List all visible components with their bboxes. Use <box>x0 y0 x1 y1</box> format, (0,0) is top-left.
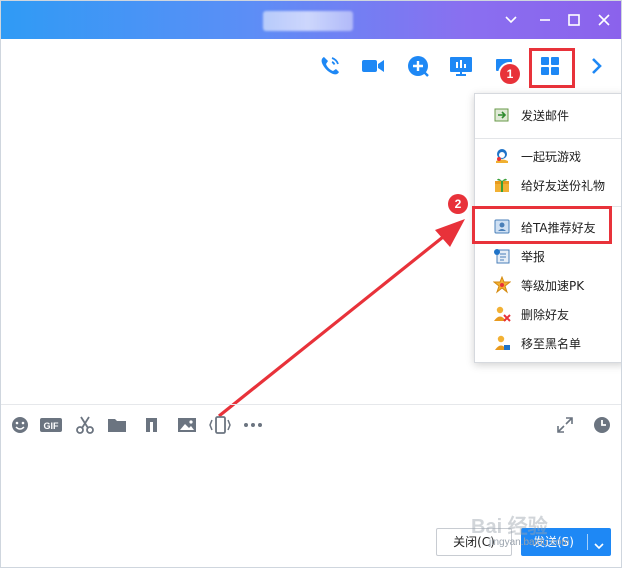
mail-send-icon <box>493 106 511 124</box>
game-icon <box>493 147 511 165</box>
menu-item-label: 一起玩游戏 <box>521 150 582 164</box>
menu-item-delete-friend[interactable]: 删除好友 <box>475 301 621 327</box>
step-badge-2: 2 <box>448 194 468 214</box>
menu-item-play-game[interactable]: 一起玩游戏 <box>475 143 621 169</box>
menu-item-label: 删除好友 <box>521 308 570 322</box>
chevron-down-icon[interactable] <box>502 11 520 29</box>
menu-item-label: 等级加速PK <box>521 279 585 293</box>
blacklist-icon <box>493 334 511 352</box>
menu-item-label: 举报 <box>521 250 546 264</box>
menu-separator <box>475 138 621 139</box>
step-badge-1: 1 <box>500 64 520 84</box>
recommend-contact-icon <box>493 218 511 236</box>
video-icon[interactable] <box>356 49 390 83</box>
emoji-icon[interactable] <box>8 413 32 437</box>
menu-separator <box>475 206 621 207</box>
menu-item-report[interactable]: 举报 <box>475 243 621 269</box>
apps-grid-icon[interactable] <box>533 49 567 83</box>
menu-item-recommend-friend[interactable]: 给TA推荐好友 <box>475 214 621 240</box>
level-boost-icon <box>493 276 511 294</box>
image-icon[interactable] <box>175 413 199 437</box>
screen-share-icon[interactable] <box>444 49 478 83</box>
chat-toolbar <box>1 49 621 85</box>
report-icon <box>493 247 511 265</box>
gift-icon <box>493 176 511 194</box>
menu-item-label: 给TA推荐好友 <box>521 221 596 235</box>
menu-item-label: 移至黑名单 <box>521 337 582 351</box>
expand-icon[interactable] <box>553 413 577 437</box>
close-icon[interactable] <box>595 11 613 29</box>
more-icon[interactable] <box>241 413 265 437</box>
scissors-icon[interactable] <box>73 413 97 437</box>
chevron-right-icon[interactable] <box>579 49 613 83</box>
add-chat-icon[interactable] <box>401 49 435 83</box>
chat-window: 1 发送邮件 一起玩游戏 给好友送份礼物 给TA推荐好友 举报 等级加速PK 删… <box>0 0 622 568</box>
menu-item-send-gift[interactable]: 给好友送份礼物 <box>475 172 621 198</box>
gif-icon[interactable]: GIF <box>39 413 63 437</box>
phone-icon[interactable] <box>313 49 347 83</box>
title-bar <box>1 1 621 39</box>
send-button-label: 发送(S) <box>533 535 574 549</box>
gif-label: GIF <box>44 421 60 431</box>
send-button-divider <box>587 534 588 550</box>
menu-item-label: 发送邮件 <box>521 109 570 123</box>
menu-item-blacklist[interactable]: 移至黑名单 <box>475 330 621 356</box>
window-title-obscured <box>263 11 353 31</box>
delete-friend-icon <box>493 305 511 323</box>
close-button[interactable]: 关闭(C) <box>436 528 512 556</box>
more-actions-menu: 发送邮件 一起玩游戏 给好友送份礼物 给TA推荐好友 举报 等级加速PK 删除好… <box>474 93 621 363</box>
minimize-icon[interactable] <box>536 11 554 29</box>
music-icon[interactable] <box>139 413 163 437</box>
shake-icon[interactable] <box>208 413 232 437</box>
maximize-icon[interactable] <box>565 11 583 29</box>
menu-item-level-boost[interactable]: 等级加速PK <box>475 272 621 298</box>
menu-item-label: 给好友送份礼物 <box>521 179 606 193</box>
folder-icon[interactable] <box>105 413 129 437</box>
input-toolbar: GIF <box>1 411 621 439</box>
history-clock-icon[interactable] <box>590 413 614 437</box>
send-options-chevron-icon[interactable] <box>592 535 606 550</box>
input-divider <box>1 404 621 405</box>
send-button[interactable]: 发送(S) <box>521 528 611 556</box>
menu-item-send-mail[interactable]: 发送邮件 <box>475 102 621 128</box>
